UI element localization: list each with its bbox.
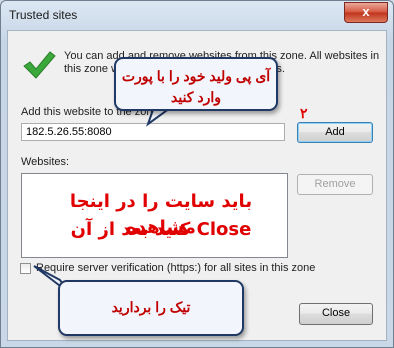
step-number: ۲ xyxy=(300,105,308,121)
list-annotation-line2: کنید بعد از آن Close xyxy=(70,219,252,240)
top-annotation-text: آی پی ولید خود را با پورت وارد کنید xyxy=(121,68,271,105)
bottom-annotation-callout: تیک را بردارید xyxy=(58,280,244,336)
top-annotation-callout: آی پی ولید خود را با پورت وارد کنید xyxy=(114,57,278,111)
bottom-annotation-text: تیک را بردارید xyxy=(111,299,191,315)
